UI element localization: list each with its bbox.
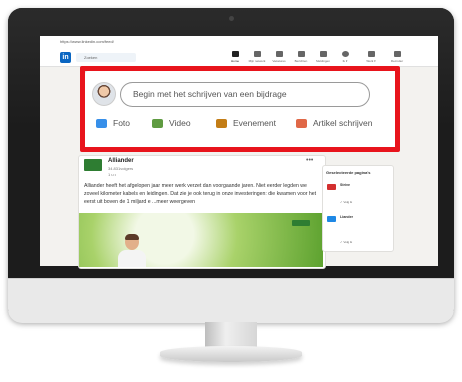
nav-me[interactable]: Ik ▾ <box>334 51 356 63</box>
nav-network[interactable]: Mijn netwerk <box>246 51 268 63</box>
follow-strive-button[interactable]: ✓ Volg ik <box>340 200 352 204</box>
monitor-stand-foot <box>160 346 302 362</box>
follower-count: 34.831volgers <box>108 166 134 171</box>
strive-logo[interactable] <box>327 184 336 190</box>
network-icon <box>253 51 261 57</box>
jobs-icon <box>275 51 283 57</box>
brand-logo-tag <box>292 220 310 226</box>
search-input[interactable]: Zoeken <box>76 53 136 62</box>
post-text: Alliander heeft het afgelopen jaar meer … <box>84 183 317 205</box>
selected-pages-panel <box>322 165 394 252</box>
grid-icon <box>367 51 375 57</box>
nav-jobs[interactable]: Vacatures <box>268 51 290 63</box>
linkedin-nav: in Zoeken Home Mijn netwerk Vacatures Be… <box>40 48 438 67</box>
person-hair <box>125 234 139 240</box>
url-text[interactable]: https://www.linkedin.com/feed/ <box>60 39 114 44</box>
nav-recruiter[interactable]: Recruiter <box>386 51 408 63</box>
page-name-liander[interactable]: Liander <box>340 215 353 219</box>
liander-logo[interactable] <box>327 216 336 222</box>
more-options-icon[interactable]: ••• <box>306 157 313 164</box>
person-shirt <box>118 250 146 267</box>
company-logo[interactable] <box>84 159 102 171</box>
webcam-icon <box>229 16 234 21</box>
messages-icon <box>297 51 305 57</box>
nav-work[interactable]: Werk ▾ <box>360 51 382 63</box>
nav-notifications[interactable]: Meldingen <box>312 51 334 63</box>
post-image[interactable] <box>79 213 323 267</box>
monitor-chin <box>8 278 454 323</box>
notifications-icon <box>319 51 327 57</box>
person-photo <box>118 234 146 267</box>
follow-liander-button[interactable]: ✓ Volg ik <box>340 240 352 244</box>
selected-pages-title: Geselecteerde pagina's <box>326 170 371 175</box>
highlight-frame <box>80 66 400 152</box>
nav-home[interactable]: Home <box>224 51 246 63</box>
nav-messages[interactable]: Berichten <box>290 51 312 63</box>
profile-icon <box>341 51 349 57</box>
page-name-strive[interactable]: Strive <box>340 183 350 187</box>
linkedin-logo[interactable]: in <box>60 52 71 63</box>
post-time: 1 u • <box>108 172 117 177</box>
home-icon <box>231 51 239 57</box>
recruiter-icon <box>393 51 401 57</box>
company-name[interactable]: Alliander <box>108 158 134 164</box>
